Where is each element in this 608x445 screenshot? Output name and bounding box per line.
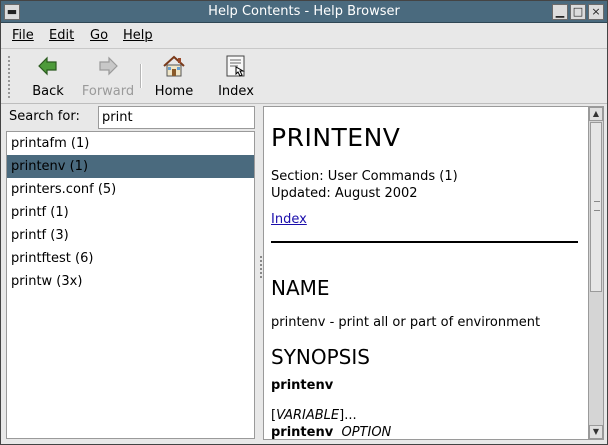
variable-text: VARIABLE — [276, 408, 340, 423]
list-item[interactable]: printers.conf (5) — [7, 178, 254, 201]
home-icon — [163, 55, 185, 77]
splitter-grip-dot — [259, 276, 262, 278]
list-item-selected[interactable]: printenv (1) — [7, 155, 254, 178]
home-label: Home — [154, 84, 194, 99]
scroll-down-icon[interactable]: ▼ — [589, 425, 603, 439]
list-item[interactable]: printf (1) — [7, 201, 254, 224]
scroll-up-icon[interactable]: ▲ — [589, 107, 603, 121]
bracket-close: ]... — [339, 408, 357, 423]
name-text: printenv - print all or part of environm… — [271, 315, 541, 330]
toolbar-grip[interactable] — [8, 56, 12, 98]
back-arrow-icon — [38, 56, 57, 76]
splitter-grip-dot — [259, 256, 262, 258]
name-heading: NAME — [271, 276, 330, 300]
index-link[interactable]: Index — [271, 212, 307, 227]
close-icon[interactable]: × — [588, 4, 604, 20]
menu-edit[interactable]: Edit — [49, 28, 74, 43]
back-button[interactable]: Back — [25, 54, 71, 100]
synopsis-command-2: printenv — [271, 425, 334, 440]
synopsis-heading: SYNOPSIS — [271, 345, 370, 369]
splitter-grip-dot — [259, 268, 262, 270]
index-icon — [226, 55, 245, 77]
forward-label: Forward — [81, 84, 135, 99]
forward-arrow-icon — [99, 56, 118, 76]
list-item[interactable]: printf (3) — [7, 224, 254, 247]
help-browser-window: ▬ Help Contents - Help Browser ▁ □ × Fil… — [0, 0, 608, 445]
menu-help[interactable]: Help — [123, 28, 153, 43]
synopsis-command: printenv — [271, 378, 334, 393]
back-label: Back — [32, 84, 64, 99]
list-item[interactable]: printafm (1) — [7, 132, 254, 155]
splitter-grip-dot — [259, 272, 262, 274]
content-scrollbar[interactable]: ▲ ▼ — [588, 106, 604, 440]
list-item[interactable]: printw (3x) — [7, 270, 254, 293]
page-title: PRINTENV — [271, 123, 401, 152]
results-list: printafm (1) printenv (1) printers.conf … — [6, 131, 255, 439]
horizontal-rule — [271, 241, 578, 243]
menu-go[interactable]: Go — [90, 28, 108, 43]
content-pane: PRINTENV Section: User Commands (1) Upda… — [263, 106, 588, 440]
synopsis-variable-line: [VARIABLE]... — [271, 408, 357, 423]
splitter-grip-dot — [259, 260, 262, 262]
menu-bar: File Edit Go Help — [1, 23, 607, 49]
toolbar: Back Forward Home Index — [1, 50, 607, 104]
option-text: OPTION — [341, 425, 392, 440]
index-button[interactable]: Index — [213, 54, 259, 100]
search-label: Search for: — [9, 109, 80, 124]
minimize-icon[interactable]: ▁ — [552, 4, 568, 20]
home-button[interactable]: Home — [150, 54, 198, 100]
synopsis-option-line: printenv OPTION — [271, 425, 392, 440]
menu-file[interactable]: File — [12, 28, 34, 43]
search-input[interactable] — [98, 106, 255, 129]
list-item[interactable]: printftest (6) — [7, 247, 254, 270]
title-bar[interactable]: ▬ Help Contents - Help Browser ▁ □ × — [1, 1, 607, 23]
scroll-thumb[interactable] — [590, 122, 602, 292]
section-text: Section: User Commands (1) — [271, 169, 458, 184]
index-label: Index — [218, 84, 254, 99]
toolbar-separator — [140, 64, 142, 88]
window-title: Help Contents - Help Browser — [208, 4, 400, 19]
forward-button[interactable]: Forward — [79, 54, 137, 100]
maximize-icon[interactable]: □ — [570, 4, 586, 20]
splitter-grip-dot — [259, 264, 262, 266]
updated-text: Updated: August 2002 — [271, 186, 418, 201]
